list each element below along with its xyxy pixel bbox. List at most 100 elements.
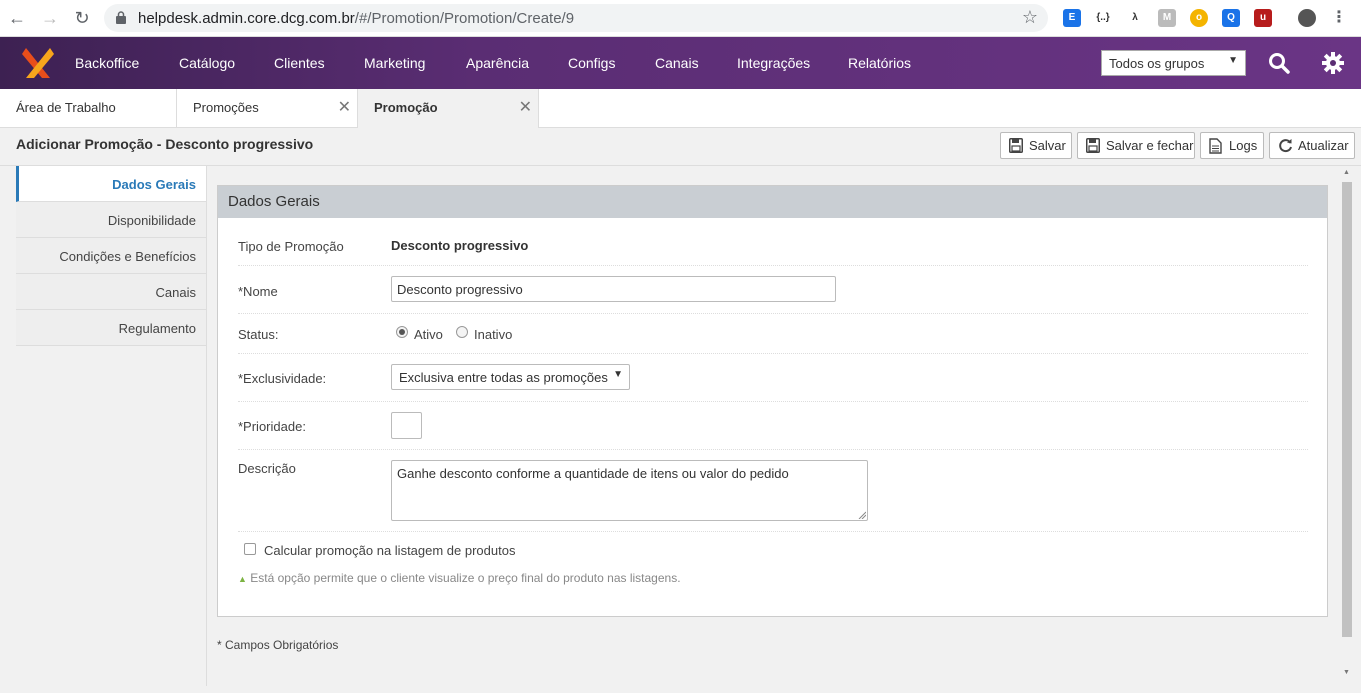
priority-input[interactable] bbox=[391, 412, 422, 439]
triangle-up-icon: ▲ bbox=[238, 574, 247, 584]
profile-avatar-icon[interactable] bbox=[1298, 9, 1316, 27]
priority-row: *Prioridade: bbox=[238, 402, 1308, 450]
exclusivity-row: *Exclusividade: Exclusiva entre todas as… bbox=[238, 354, 1308, 402]
tab-bar: Área de Trabalho Promoções ✕ Promoção ✕ bbox=[0, 89, 1361, 129]
logo-icon bbox=[22, 48, 54, 78]
save-button[interactable]: Salvar bbox=[1000, 132, 1072, 159]
calc-listing-hint: ▲ Está opção permite que o cliente visua… bbox=[238, 571, 681, 585]
menu-canais[interactable]: Canais bbox=[655, 55, 699, 71]
url-text: helpdesk.admin.core.dcg.com.br/#/Promoti… bbox=[138, 10, 574, 27]
bookmark-star-icon[interactable]: ☆ bbox=[1022, 7, 1038, 28]
extension-icon[interactable]: Q bbox=[1222, 9, 1240, 27]
chevron-down-icon: ▼ bbox=[613, 369, 623, 380]
extension-icon[interactable]: λ bbox=[1126, 9, 1144, 27]
type-value: Desconto progressivo bbox=[391, 238, 529, 253]
calc-hint-text: Está opção permite que o cliente visuali… bbox=[250, 571, 681, 585]
status-active-radio[interactable] bbox=[396, 326, 408, 338]
close-icon[interactable]: ✕ bbox=[519, 97, 532, 117]
forward-arrow-icon[interactable]: → bbox=[40, 8, 60, 28]
chevron-down-icon: ▼ bbox=[1228, 55, 1238, 66]
menu-backoffice[interactable]: Backoffice bbox=[75, 55, 139, 71]
logs-label: Logs bbox=[1229, 138, 1258, 153]
status-inactive-label: Inativo bbox=[474, 327, 513, 342]
scroll-up-icon[interactable]: ▲ bbox=[1343, 169, 1350, 176]
type-row: Tipo de Promoção Desconto progressivo bbox=[238, 218, 1308, 266]
json-extension-icon[interactable]: {..} bbox=[1094, 9, 1112, 27]
status-label: Status: bbox=[238, 327, 279, 342]
extension-icon[interactable]: E bbox=[1063, 9, 1081, 27]
exclusivity-select[interactable]: Exclusiva entre todas as promoções ▼ bbox=[391, 364, 630, 390]
side-nav-regulamento[interactable]: Regulamento bbox=[16, 310, 206, 346]
group-select[interactable]: Todos os grupos ▼ bbox=[1101, 50, 1246, 76]
side-nav-disponibilidade[interactable]: Disponibilidade bbox=[16, 202, 206, 238]
tab-promocao[interactable]: Promoção ✕ bbox=[358, 89, 539, 129]
url-path: /#/Promotion/Promotion/Create/9 bbox=[354, 10, 575, 27]
app-header: Backoffice Catálogo Clientes Marketing A… bbox=[0, 37, 1361, 89]
reload-icon[interactable]: ↻ bbox=[72, 8, 92, 28]
page-title: Adicionar Promoção - Desconto progressiv… bbox=[16, 136, 314, 152]
tab-area-de-trabalho[interactable]: Área de Trabalho bbox=[0, 89, 177, 128]
menu-catalogo[interactable]: Catálogo bbox=[179, 55, 235, 71]
scrollbar[interactable]: ▲ ▼ bbox=[1340, 166, 1354, 681]
scroll-down-icon[interactable]: ▼ bbox=[1343, 669, 1350, 676]
gear-icon[interactable] bbox=[1321, 51, 1345, 75]
refresh-button[interactable]: Atualizar bbox=[1269, 132, 1355, 159]
description-textarea[interactable]: Ganhe desconto conforme a quantidade de … bbox=[391, 460, 868, 521]
status-active-label: Ativo bbox=[414, 327, 443, 342]
menu-integracoes[interactable]: Integrações bbox=[737, 55, 810, 71]
type-label: Tipo de Promoção bbox=[238, 239, 344, 254]
tab-promocoes[interactable]: Promoções ✕ bbox=[177, 89, 358, 128]
browser-menu-icon[interactable]: ⋮ bbox=[1330, 9, 1348, 27]
menu-aparencia[interactable]: Aparência bbox=[466, 55, 529, 71]
required-fields-note: * Campos Obrigatórios bbox=[217, 638, 339, 652]
main-content: Adicionar Promoção - Desconto progressiv… bbox=[0, 128, 1361, 693]
extension-icon[interactable]: o bbox=[1190, 9, 1208, 27]
refresh-label: Atualizar bbox=[1298, 138, 1349, 153]
close-icon[interactable]: ✕ bbox=[338, 97, 351, 117]
name-row: *Nome Desconto progressivo bbox=[238, 266, 1308, 314]
panel-title: Dados Gerais bbox=[218, 186, 1327, 218]
description-label: Descrição bbox=[238, 461, 296, 476]
side-nav-dados-gerais[interactable]: Dados Gerais bbox=[16, 166, 206, 202]
refresh-icon bbox=[1279, 139, 1292, 153]
url-host: helpdesk.admin.core.dcg.com.br bbox=[138, 10, 355, 27]
side-nav-canais[interactable]: Canais bbox=[16, 274, 206, 310]
calc-listing-label: Calcular promoção na listagem de produto… bbox=[264, 543, 516, 558]
tab-label: Promoções bbox=[193, 100, 259, 115]
lock-icon bbox=[116, 11, 126, 24]
exclusivity-value: Exclusiva entre todas as promoções bbox=[399, 370, 608, 385]
save-and-close-button[interactable]: Salvar e fechar bbox=[1077, 132, 1195, 159]
description-value: Ganhe desconto conforme a quantidade de … bbox=[397, 466, 789, 481]
name-label: *Nome bbox=[238, 284, 278, 299]
floppy-disk-icon bbox=[1086, 138, 1100, 153]
status-inactive-radio[interactable] bbox=[456, 326, 468, 338]
address-bar[interactable]: helpdesk.admin.core.dcg.com.br/#/Promoti… bbox=[104, 4, 1048, 32]
menu-marketing[interactable]: Marketing bbox=[364, 55, 425, 71]
calc-listing-checkbox[interactable] bbox=[244, 543, 256, 555]
sidebar-divider bbox=[206, 166, 207, 686]
priority-label: *Prioridade: bbox=[238, 419, 306, 434]
scrollbar-thumb[interactable] bbox=[1342, 182, 1352, 637]
browser-toolbar: ← → ↻ helpdesk.admin.core.dcg.com.br/#/P… bbox=[0, 0, 1361, 37]
description-row: Descrição Ganhe desconto conforme a quan… bbox=[238, 450, 1308, 532]
document-icon bbox=[1209, 138, 1222, 154]
extension-icon[interactable]: M bbox=[1158, 9, 1176, 27]
status-row: Status: Ativo Inativo bbox=[238, 314, 1308, 354]
tab-label: Promoção bbox=[374, 100, 438, 115]
menu-relatorios[interactable]: Relatórios bbox=[848, 55, 911, 71]
resize-grip-icon[interactable] bbox=[858, 511, 866, 519]
extension-icon[interactable]: u bbox=[1254, 9, 1272, 27]
back-arrow-icon[interactable]: ← bbox=[7, 8, 27, 28]
general-data-panel: Dados Gerais Tipo de Promoção Desconto p… bbox=[217, 185, 1328, 617]
menu-clientes[interactable]: Clientes bbox=[274, 55, 325, 71]
name-input[interactable]: Desconto progressivo bbox=[391, 276, 836, 302]
exclusivity-label: *Exclusividade: bbox=[238, 371, 327, 386]
search-icon[interactable] bbox=[1267, 51, 1291, 75]
save-close-label: Salvar e fechar bbox=[1106, 138, 1194, 153]
save-label: Salvar bbox=[1029, 138, 1066, 153]
menu-configs[interactable]: Configs bbox=[568, 55, 615, 71]
side-nav-condicoes-beneficios[interactable]: Condições e Benefícios bbox=[16, 238, 206, 274]
logs-button[interactable]: Logs bbox=[1200, 132, 1264, 159]
side-nav: Dados Gerais Disponibilidade Condições e… bbox=[16, 166, 206, 346]
floppy-disk-icon bbox=[1009, 138, 1023, 153]
